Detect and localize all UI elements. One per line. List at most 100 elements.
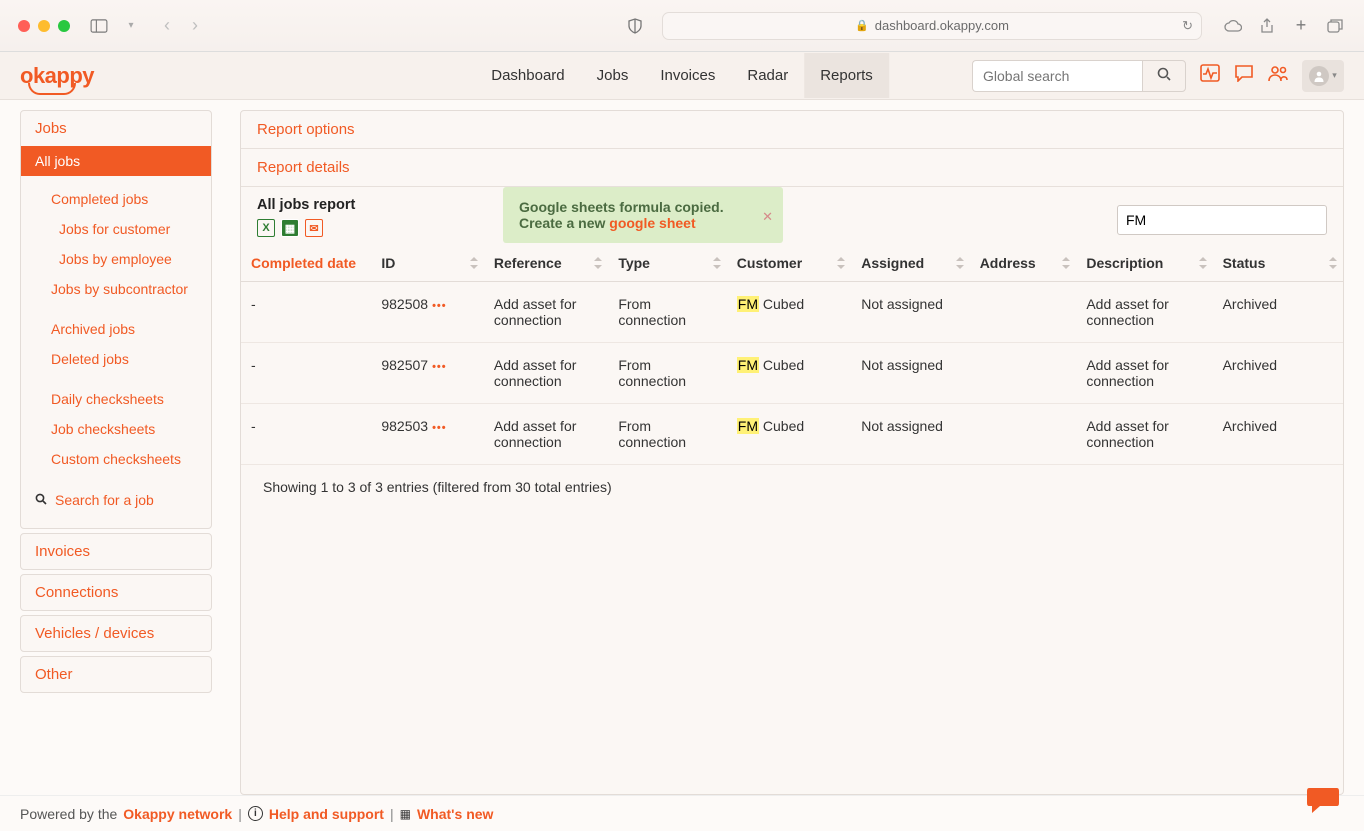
avatar-icon bbox=[1309, 66, 1329, 86]
reload-icon[interactable]: ↻ bbox=[1182, 18, 1193, 34]
gift-icon: ▦ bbox=[400, 807, 411, 821]
lock-icon: 🔒 bbox=[855, 19, 869, 32]
cell-address bbox=[970, 282, 1077, 343]
col-id[interactable]: ID bbox=[371, 245, 484, 282]
col-status[interactable]: Status bbox=[1213, 245, 1343, 282]
cell-address bbox=[970, 404, 1077, 465]
toast-line1: Google sheets formula copied. bbox=[519, 199, 724, 215]
row-menu-icon[interactable]: ••• bbox=[432, 422, 447, 434]
footer-help-link[interactable]: Help and support bbox=[269, 806, 384, 822]
report-options-bar[interactable]: Report options bbox=[241, 111, 1343, 149]
row-menu-icon[interactable]: ••• bbox=[432, 361, 447, 373]
caret-down-icon: ▾ bbox=[1332, 70, 1337, 81]
forward-icon[interactable]: › bbox=[184, 15, 206, 37]
footer-whats-new-link[interactable]: What's new bbox=[417, 806, 493, 822]
sidebar-search-label: Search for a job bbox=[55, 492, 154, 508]
sidebar-item-daily-checksheets[interactable]: Daily checksheets bbox=[21, 384, 211, 414]
privacy-shield-icon[interactable] bbox=[624, 15, 646, 37]
toast-close-icon[interactable]: ✕ bbox=[762, 209, 773, 225]
cell-completed: - bbox=[241, 404, 371, 465]
sidebar-item-deleted-jobs[interactable]: Deleted jobs bbox=[21, 344, 211, 374]
url-text: dashboard.okappy.com bbox=[875, 18, 1009, 33]
share-icon[interactable] bbox=[1256, 15, 1278, 37]
export-email-icon[interactable]: ✉ bbox=[305, 219, 323, 237]
export-gsheet-icon[interactable]: ▦ bbox=[281, 219, 299, 237]
nav-reports[interactable]: Reports bbox=[804, 53, 889, 98]
col-customer[interactable]: Customer bbox=[727, 245, 851, 282]
cell-description: Add asset for connection bbox=[1076, 404, 1212, 465]
tabs-overview-icon[interactable] bbox=[1324, 15, 1346, 37]
table-row: -982503•••Add asset for connectionFrom c… bbox=[241, 404, 1343, 465]
col-type[interactable]: Type bbox=[608, 245, 726, 282]
activity-icon[interactable] bbox=[1200, 64, 1220, 87]
cell-address bbox=[970, 343, 1077, 404]
user-menu[interactable]: ▾ bbox=[1302, 60, 1344, 92]
cell-customer: FM Cubed bbox=[727, 343, 851, 404]
sidebar-title-other[interactable]: Other bbox=[21, 657, 211, 692]
cell-reference: Add asset for connection bbox=[484, 282, 608, 343]
cell-assigned: Not assigned bbox=[851, 404, 969, 465]
sidebar-item-jobs-for-customer[interactable]: Jobs for customer bbox=[21, 214, 211, 244]
global-search-input[interactable] bbox=[972, 60, 1142, 92]
col-completed-date[interactable]: Completed date bbox=[241, 245, 371, 282]
sidebar-title-vehicles[interactable]: Vehicles / devices bbox=[21, 616, 211, 651]
main-panel: Report options Report details All jobs r… bbox=[240, 110, 1344, 795]
url-bar[interactable]: 🔒 dashboard.okappy.com ↻ bbox=[662, 12, 1202, 40]
back-icon[interactable]: ‹ bbox=[156, 15, 178, 37]
sidebar-item-custom-checksheets[interactable]: Custom checksheets bbox=[21, 444, 211, 474]
row-menu-icon[interactable]: ••• bbox=[432, 300, 447, 312]
table-filter-input[interactable] bbox=[1117, 205, 1327, 235]
sidebar-title-invoices[interactable]: Invoices bbox=[21, 534, 211, 569]
cell-description: Add asset for connection bbox=[1076, 282, 1212, 343]
contacts-icon[interactable] bbox=[1268, 64, 1288, 87]
nav-invoices[interactable]: Invoices bbox=[644, 53, 731, 98]
close-window-icon[interactable] bbox=[18, 20, 30, 32]
sidebar-section-jobs: Jobs All jobs Completed jobs Jobs for cu… bbox=[20, 110, 212, 529]
toast-google-sheet-link[interactable]: google sheet bbox=[609, 215, 695, 231]
sidebar: Jobs All jobs Completed jobs Jobs for cu… bbox=[20, 110, 212, 795]
minimize-window-icon[interactable] bbox=[38, 20, 50, 32]
sidebar-item-all-jobs[interactable]: All jobs bbox=[21, 146, 211, 176]
cell-type: From connection bbox=[608, 282, 726, 343]
sidebar-item-completed-jobs[interactable]: Completed jobs bbox=[21, 184, 211, 214]
export-excel-icon[interactable]: X bbox=[257, 219, 275, 237]
chat-bubble-icon[interactable] bbox=[1306, 785, 1340, 823]
nav-jobs[interactable]: Jobs bbox=[581, 53, 645, 98]
sidebar-search-job[interactable]: Search for a job bbox=[21, 484, 211, 516]
col-assigned[interactable]: Assigned bbox=[851, 245, 969, 282]
col-address[interactable]: Address bbox=[970, 245, 1077, 282]
col-reference[interactable]: Reference bbox=[484, 245, 608, 282]
maximize-window-icon[interactable] bbox=[58, 20, 70, 32]
new-tab-icon[interactable]: + bbox=[1290, 15, 1312, 37]
divider: | bbox=[238, 806, 242, 822]
chevron-down-icon[interactable]: ▾ bbox=[120, 15, 142, 37]
toast-notification: Google sheets formula copied. Create a n… bbox=[503, 187, 783, 243]
cell-assigned: Not assigned bbox=[851, 343, 969, 404]
chat-icon[interactable] bbox=[1234, 64, 1254, 87]
global-search-button[interactable] bbox=[1142, 60, 1186, 92]
col-description[interactable]: Description bbox=[1076, 245, 1212, 282]
sidebar-title-connections[interactable]: Connections bbox=[21, 575, 211, 610]
cloud-icon[interactable] bbox=[1222, 15, 1244, 37]
footer-powered-by: Powered by the bbox=[20, 806, 117, 822]
footer-network-link[interactable]: Okappy network bbox=[123, 806, 232, 822]
sidebar-item-jobs-by-subcontractor[interactable]: Jobs by subcontractor bbox=[21, 274, 211, 304]
cell-assigned: Not assigned bbox=[851, 282, 969, 343]
global-search bbox=[972, 60, 1186, 92]
logo[interactable]: okappy bbox=[20, 63, 94, 89]
cell-reference: Add asset for connection bbox=[484, 404, 608, 465]
sidebar-title-jobs[interactable]: Jobs bbox=[21, 111, 211, 146]
sidebar-item-job-checksheets[interactable]: Job checksheets bbox=[21, 414, 211, 444]
main-nav: Dashboard Jobs Invoices Radar Reports bbox=[475, 53, 889, 98]
nav-radar[interactable]: Radar bbox=[731, 53, 804, 98]
sidebar-item-jobs-by-employee[interactable]: Jobs by employee bbox=[21, 244, 211, 274]
sidebar-toggle-icon[interactable] bbox=[88, 15, 110, 37]
browser-chrome: ▾ ‹ › 🔒 dashboard.okappy.com ↻ + bbox=[0, 0, 1364, 52]
nav-dashboard[interactable]: Dashboard bbox=[475, 53, 580, 98]
window-controls bbox=[18, 20, 70, 32]
cell-id: 982503••• bbox=[371, 404, 484, 465]
sidebar-item-archived-jobs[interactable]: Archived jobs bbox=[21, 314, 211, 344]
report-head: All jobs report X ▦ ✉ Google sheets form… bbox=[241, 187, 1343, 241]
cell-status: Archived bbox=[1213, 282, 1343, 343]
report-details-bar[interactable]: Report details bbox=[241, 149, 1343, 187]
